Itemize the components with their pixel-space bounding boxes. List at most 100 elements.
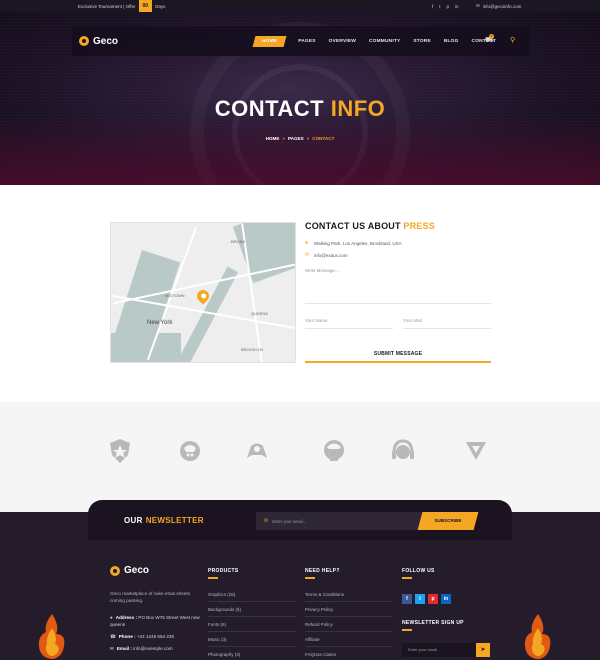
top-email-text: info@gecoinfo.com — [482, 3, 522, 9]
divider — [208, 616, 296, 617]
submit-message-button[interactable]: SUBMIT MESSAGE — [305, 349, 491, 363]
twitter-icon[interactable]: t — [415, 594, 425, 604]
divider — [305, 616, 393, 617]
flame-decor-icon — [524, 614, 551, 659]
contact-email: ✉ info@exaux.com — [305, 252, 348, 258]
linkedin-icon[interactable]: in — [441, 594, 451, 604]
breadcrumb-pages[interactable]: PAGES — [288, 136, 304, 141]
signup-email-input[interactable]: Enter your email — [402, 643, 476, 657]
send-icon[interactable]: ➤ — [476, 643, 490, 657]
map-area-label: BRONX — [231, 239, 246, 244]
mail-icon: ✉ — [305, 252, 310, 258]
site-footer — [0, 500, 600, 660]
promo: Exclusive Tournament | Offer 00 Days — [78, 0, 165, 12]
top-bar: Exclusive Tournament | Offer 00 Days f t… — [0, 0, 600, 12]
subscribe-button[interactable]: SUBSCRIBE — [417, 512, 479, 530]
footer-link-graphics[interactable]: Graphics (26) — [208, 592, 294, 597]
cart-icon[interactable]: ⛟ 0 — [485, 34, 494, 45]
contact-map[interactable]: MIDTOWN QUEENS BROOKLYN BRONX New York — [110, 222, 296, 363]
mail-icon: ✉ — [476, 3, 480, 8]
logo-icon — [79, 36, 89, 46]
flame-decor-icon — [38, 614, 65, 659]
footer-about: Geco marketplace of raise etras sheets c… — [110, 591, 190, 603]
footer-link-terms[interactable]: Terms & Conditions — [305, 592, 391, 597]
map-area-label: QUEENS — [251, 311, 268, 316]
footer-address: ● Address : PO Box W75 Street West new qu… — [110, 615, 200, 627]
divider — [208, 646, 296, 647]
footer-social: f t p in — [402, 594, 451, 604]
mail-input[interactable]: Your Mail — [403, 318, 491, 329]
top-social: f t p in — [432, 0, 459, 12]
footer-link-affiliate[interactable]: Affiliate — [305, 637, 391, 642]
brand-name: Geco — [93, 35, 119, 47]
contact-section: CONTACT US ABOUT PRESS ● Walking Park, L… — [305, 221, 491, 363]
top-email[interactable]: ✉ info@gecoinfo.com — [476, 0, 521, 12]
skull-logo-icon — [324, 440, 344, 461]
map-area-label: MIDTOWN — [165, 293, 185, 298]
hero-banner: Geco HOME PAGES OVERVIEW COMMUNITY STORE… — [0, 12, 600, 185]
breadcrumb-home[interactable]: HOME — [266, 136, 280, 141]
logo-icon — [110, 565, 120, 576]
location-icon: ● — [305, 240, 309, 246]
nav-item-pages[interactable]: PAGES — [298, 39, 315, 44]
footer-link-faq[interactable]: FAQUse Cases — [305, 652, 391, 657]
nav-menu: HOME PAGES OVERVIEW COMMUNITY STORE BLOG… — [252, 26, 509, 56]
follow-title: FOLLOW US — [402, 568, 435, 579]
products-title: PRODUCTS — [208, 568, 238, 579]
footer-link-photography[interactable]: Photography (3) — [208, 652, 294, 657]
nav-item-store[interactable]: STORE — [413, 39, 430, 44]
pinterest-icon[interactable]: p — [447, 4, 450, 9]
signup-title: NEWSLETTER SIGN UP — [402, 620, 464, 631]
newsletter-email-input[interactable]: ✉ Enter your email... — [256, 512, 434, 530]
main-navbar: Geco HOME PAGES OVERVIEW COMMUNITY STORE… — [72, 26, 530, 56]
gamepad-logo-icon — [247, 443, 267, 458]
footer-logo[interactable]: Geco — [110, 565, 149, 576]
headset-logo-icon — [392, 439, 414, 459]
name-input[interactable]: Your Name — [305, 318, 393, 329]
pinterest-icon[interactable]: p — [428, 594, 438, 604]
nav-item-overview[interactable]: OVERVIEW — [329, 39, 356, 44]
twitter-icon[interactable]: t — [439, 4, 440, 9]
facebook-icon[interactable]: f — [432, 4, 433, 9]
contact-address: ● Walking Park, Los Angeles, Brockland, … — [305, 240, 402, 246]
divider — [305, 646, 393, 647]
phone-icon: ☎ — [110, 634, 116, 639]
days-label: Days — [155, 3, 166, 9]
mail-icon: ✉ — [264, 518, 269, 524]
footer-link-fonts[interactable]: Fonts (6) — [208, 622, 294, 627]
cart-count: 0 — [489, 34, 494, 39]
footer-phone: ☎ Phone : +24 1245 654 235 — [110, 634, 175, 639]
days-counter: 00 — [138, 0, 153, 12]
help-title: NEED HELP? — [305, 568, 340, 579]
newsletter-title: OUR NEWSLETTER — [124, 516, 204, 525]
divider — [305, 601, 393, 602]
nav-item-community[interactable]: COMMUNITY — [369, 39, 400, 44]
facebook-icon[interactable]: f — [402, 594, 412, 604]
breadcrumb-current: CONTACT — [312, 136, 335, 141]
map-city-label: New York — [147, 320, 173, 326]
page-title: CONTACT INFO — [214, 96, 386, 121]
location-icon: ● — [110, 615, 113, 620]
footer-link-privacy[interactable]: Privacy Policy — [305, 607, 391, 612]
mail-icon: ✉ — [110, 646, 114, 651]
message-textarea[interactable]: Write Message... — [305, 268, 491, 304]
shield-logo-icon — [110, 439, 130, 463]
footer-link-refund[interactable]: Refund Policy — [305, 622, 391, 627]
footer-email: ✉ Email : info@exemple.com — [110, 646, 173, 651]
divider — [208, 631, 296, 632]
map-water — [111, 333, 181, 362]
divider — [305, 631, 393, 632]
warrior-logo-icon — [180, 441, 200, 461]
search-icon[interactable]: ⚲ — [510, 36, 515, 44]
breadcrumb: HOME» PAGES» CONTACT — [265, 136, 335, 141]
promo-text: Exclusive Tournament | Offer — [78, 3, 136, 9]
site-logo[interactable]: Geco — [79, 26, 118, 56]
partner-logos — [0, 402, 600, 512]
nav-item-home[interactable]: HOME — [252, 35, 287, 47]
divider — [208, 601, 296, 602]
linkedin-icon[interactable]: in — [455, 4, 459, 9]
footer-link-music[interactable]: Music (3) — [208, 637, 294, 642]
footer-link-backgrounds[interactable]: Backgrounds (5) — [208, 607, 294, 612]
contact-title: CONTACT US ABOUT PRESS — [305, 221, 435, 231]
nav-item-blog[interactable]: BLOG — [444, 39, 459, 44]
